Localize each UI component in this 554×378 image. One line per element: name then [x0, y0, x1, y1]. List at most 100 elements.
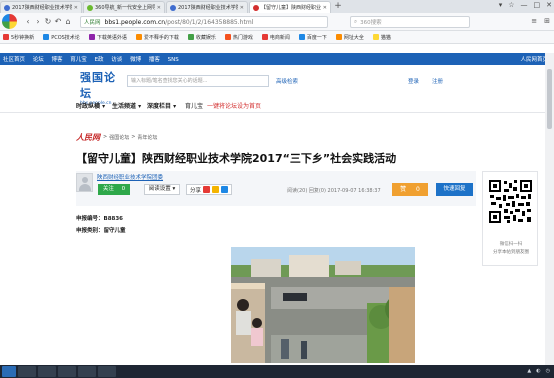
apply-number: 申报编号：B8836: [76, 216, 124, 222]
menu-icon[interactable]: ≡: [531, 17, 537, 25]
site-link[interactable]: 播客: [149, 57, 160, 63]
home-icon[interactable]: ⌂: [63, 17, 73, 26]
close-icon[interactable]: ✕: [157, 5, 161, 11]
site-link[interactable]: E政: [95, 57, 104, 63]
site-link[interactable]: 访谈: [111, 57, 122, 63]
people-logo[interactable]: 人民网: [76, 132, 100, 143]
avatar[interactable]: [76, 173, 93, 192]
bookmark-icon: [335, 34, 342, 40]
clock-icon[interactable]: ◷: [546, 368, 550, 374]
taskbar-app[interactable]: [58, 366, 76, 377]
close-icon[interactable]: ✕: [240, 5, 244, 11]
advanced-search-link[interactable]: 高级检索: [276, 77, 298, 85]
bookmark-label: 下载英语外语: [96, 34, 127, 41]
like-count: 0: [416, 186, 420, 193]
forum-logo[interactable]: 强国论坛 bbs.people.cn: [80, 69, 124, 106]
window-close-icon[interactable]: ✕: [546, 1, 552, 9]
weibo-icon[interactable]: [203, 186, 211, 193]
site-link[interactable]: 博客: [52, 57, 63, 63]
bookmark-item[interactable]: 收藏娱乐: [187, 34, 216, 41]
maximize-icon[interactable]: □: [534, 1, 541, 9]
quick-reply-button[interactable]: 快速回复: [436, 183, 473, 196]
nav-yuerbao[interactable]: 育儿宝: [185, 101, 203, 110]
browser-tab[interactable]: 360导航_新一代安全上网导航 ✕: [83, 1, 165, 13]
close-icon[interactable]: ✕: [323, 5, 327, 11]
bookmark-item[interactable]: 下载英语外语: [88, 34, 127, 41]
site-link[interactable]: 育儿宝: [70, 57, 87, 63]
set-homepage-link[interactable]: 一键将论坛设为首页: [207, 101, 261, 110]
nav-politics[interactable]: 时政纵横 ▾: [76, 101, 105, 110]
breadcrumb-youth[interactable]: 青年论坛: [137, 134, 157, 141]
back-icon[interactable]: ‹: [23, 17, 33, 26]
bookmark-label: 网址大全: [343, 34, 364, 41]
site-link[interactable]: SNS: [168, 57, 179, 63]
view-settings-button[interactable]: 阅读设置 ▾: [144, 184, 180, 195]
bookmark-item[interactable]: 百度一下: [298, 34, 327, 41]
minimize-icon[interactable]: —: [521, 1, 528, 9]
author-name[interactable]: 陕西财经职业技术学院团委: [97, 173, 163, 181]
network-icon[interactable]: ▲: [527, 368, 531, 374]
bookmark-item[interactable]: 电商新闻: [261, 34, 290, 41]
share-bar: 分享: [186, 184, 233, 195]
browser-tab-active[interactable]: 【留守儿童】陕西财经职业… ✕: [249, 1, 331, 13]
nav-depth[interactable]: 深度栏目 ▾: [147, 101, 176, 110]
window-controls: ▾ ☆ — □ ✕: [499, 1, 552, 9]
bookmark-label: 收藏娱乐: [195, 34, 216, 41]
browser-search-input[interactable]: ⌕ 360搜索: [350, 16, 470, 28]
page-scrollbar[interactable]: [545, 53, 554, 365]
bookmark-label: 爱不释手的下载: [143, 34, 179, 41]
follow-button[interactable]: 关注 0: [98, 184, 130, 195]
people-home-link[interactable]: 人民网首页: [520, 55, 548, 63]
taskbar-app[interactable]: [18, 366, 36, 377]
toolbar-icons: ≡ ⊞: [531, 17, 550, 25]
browser-tab[interactable]: 2017陕西财经职业技术学院… ✕: [166, 1, 248, 13]
system-tray: ▲ ◐ ◷: [527, 368, 550, 374]
breadcrumb-forum[interactable]: 强国论坛: [109, 134, 129, 141]
url-field[interactable]: 人民网 bbs1.people.com.cn /post/80/1/2/1643…: [80, 16, 328, 28]
tab-favicon-icon: [253, 4, 259, 11]
browser-tab[interactable]: 2017陕西财经职业技术学院… ✕: [0, 1, 82, 13]
refresh-icon[interactable]: ↻: [43, 17, 53, 26]
taskbar-app[interactable]: [38, 366, 56, 377]
bookmark-item[interactable]: 爱不释手的下载: [135, 34, 179, 41]
bookmark-item[interactable]: 网址大全: [335, 34, 364, 41]
like-button[interactable]: 赞 0: [392, 183, 428, 196]
browser-logo-icon[interactable]: [2, 14, 17, 29]
register-link[interactable]: 注册: [432, 77, 443, 85]
address-toolbar: ‹ › ↻ ↶ ⌂ 人民网 bbs1.people.com.cn /post/8…: [0, 13, 554, 31]
start-button[interactable]: [2, 366, 16, 377]
os-taskbar: ▲ ◐ ◷: [0, 365, 554, 378]
forum-search-input[interactable]: 输入标题/笔名查找您关心的话题...: [127, 75, 269, 87]
bookmark-icon: [3, 34, 9, 40]
site-link[interactable]: 论坛: [33, 57, 44, 63]
bookmark-icon: [372, 34, 379, 40]
volume-icon[interactable]: ◐: [536, 368, 540, 374]
qzone-icon[interactable]: [212, 186, 220, 193]
post-title: 【留守儿童】陕西财经职业技术学院2017“三下乡”社会实践活动: [76, 152, 397, 165]
scrollbar-thumb[interactable]: [547, 69, 552, 129]
new-tab-button[interactable]: +: [332, 1, 344, 13]
search-placeholder: 360搜索: [360, 20, 382, 26]
forward-icon[interactable]: ›: [33, 17, 43, 26]
favorite-icon[interactable]: ☆: [508, 1, 514, 9]
extensions-icon[interactable]: ⊞: [544, 17, 550, 25]
bookmark-item[interactable]: 5秒钟换新: [3, 34, 34, 41]
login-link[interactable]: 登录: [408, 77, 419, 85]
bookmark-item[interactable]: 猫猫: [372, 34, 391, 41]
nav-life[interactable]: 生活频道 ▾: [112, 101, 141, 110]
renren-icon[interactable]: [221, 186, 229, 193]
bookmark-icon: [187, 34, 194, 40]
undo-icon[interactable]: ↶: [53, 17, 63, 26]
bookmark-label: 5秒钟换新: [11, 34, 35, 41]
site-link[interactable]: 微博: [130, 57, 141, 63]
qr-caption-sub: 分享本帖到朋友圈: [493, 250, 529, 255]
site-link[interactable]: 社区首页: [3, 57, 25, 63]
bookmark-item[interactable]: PCOS技术论: [43, 34, 80, 41]
taskbar-app[interactable]: [98, 366, 116, 377]
taskbar-app[interactable]: [78, 366, 96, 377]
bookmark-icon: [224, 34, 231, 40]
bookmark-item[interactable]: 热门游戏: [224, 34, 253, 41]
tab-list-icon[interactable]: ▾: [499, 1, 503, 9]
close-icon[interactable]: ✕: [74, 5, 78, 11]
tab-title: 2017陕西财经职业技术学院…: [12, 5, 72, 11]
